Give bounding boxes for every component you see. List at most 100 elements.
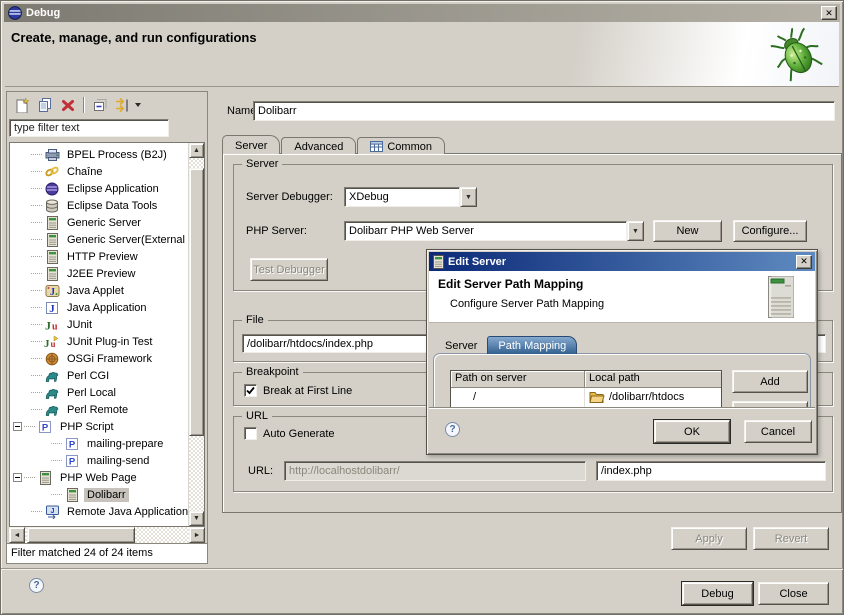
dialog-title: Edit Server [448,256,506,268]
filter-input[interactable] [9,119,169,137]
scroll-down-button[interactable]: ▼ [189,511,204,526]
tree-item-php-web-page[interactable]: PHP Web Page [10,469,188,486]
filter-status: Filter matched 24 of 24 items [7,543,207,563]
revert-button[interactable]: Revert [753,527,829,550]
name-input[interactable] [253,101,835,121]
tree-item-cha-ne[interactable]: Chaîne [10,163,188,180]
tree-item-j2ee-preview[interactable]: J2EE Preview [10,265,188,282]
tree-item-bpel-process-b2j[interactable]: BPEL Process (B2J) [10,146,188,163]
configure-server-button[interactable]: Configure... [733,220,807,242]
tree-item-php-script[interactable]: PPHP Script [10,418,188,435]
dialog-tab-area: Server Path Mapping Path on server Local… [429,323,815,452]
eclipse-logo-icon [8,6,22,20]
common-tab-icon [370,141,383,152]
perl-icon [44,402,60,417]
tree-item-generic-server[interactable]: Generic Server [10,214,188,231]
auto-generate-checkbox[interactable] [244,427,257,440]
duplicate-configuration-icon[interactable] [36,97,53,114]
tree-item-label: JUnit Plug-in Test [64,335,155,349]
tree-item-java-application[interactable]: JJava Application [10,299,188,316]
filter-configurations-icon[interactable] [114,97,131,114]
tree-item-mailing-send[interactable]: Pmailing-send [10,452,188,469]
break-at-first-line-checkbox[interactable] [244,384,257,397]
delete-configuration-icon[interactable] [59,97,76,114]
tree-item-osgi-framework[interactable]: OSGi Framework [10,350,188,367]
new-configuration-icon[interactable] [13,97,30,114]
tree-item-eclipse-data-tools[interactable]: Eclipse Data Tools [10,197,188,214]
apply-button[interactable]: Apply [671,527,747,550]
column-header-local-path[interactable]: Local path [585,371,721,388]
tree-item-remote-java-application[interactable]: J Remote Java Application [10,503,188,520]
scroll-thumb-horizontal[interactable] [27,527,135,543]
add-mapping-button[interactable]: Add [732,370,808,393]
base-url-input [284,461,586,481]
php-server-label: PHP Server: [246,225,307,237]
url-path-input[interactable] [596,461,826,481]
tree-horizontal-scrollbar[interactable]: ◄ ► [9,527,205,543]
folder-icon [589,391,605,403]
edit-server-dialog: Edit Server ✕ Edit Server Path Mapping C… [426,249,818,455]
tree-item-http-preview[interactable]: HTTP Preview [10,248,188,265]
dialog-tab-path-mapping[interactable]: Path Mapping [487,336,577,354]
dropdown-arrow-icon[interactable] [135,103,141,107]
server-icon [44,249,60,264]
tree-item-label: Generic Server [64,216,144,230]
tree-item-label: Dolibarr [84,488,129,502]
tree-item-generic-server-external-la[interactable]: Generic Server(External La [10,231,188,248]
ok-button[interactable]: OK [654,420,730,443]
tree-item-mailing-prepare[interactable]: Pmailing-prepare [10,435,188,452]
scroll-right-button[interactable]: ► [189,527,205,543]
tree-vertical-scrollbar[interactable]: ▲ ▼ [188,143,204,526]
junit-plugin-icon: Ju [44,334,60,349]
chevron-down-icon[interactable]: ▼ [627,221,644,241]
tree-item-label: Perl CGI [64,369,112,383]
path-mapping-row[interactable]: //dolibarr/htdocs [451,388,721,405]
tree-item-junit[interactable]: JuJUnit [10,316,188,333]
cancel-button[interactable]: Cancel [744,420,812,443]
server-debugger-combo[interactable]: XDebug ▼ [344,187,477,207]
column-header-path-on-server[interactable]: Path on server [451,371,585,388]
tree-item-label: Remote Java Application [64,505,188,519]
tree-item-label: Generic Server(External La [64,233,188,247]
footer-divider [1,568,843,569]
close-button[interactable]: Close [758,582,829,605]
tree-expander-icon[interactable] [13,473,22,482]
remote-java-icon: J [44,504,60,519]
help-icon[interactable]: ? [29,578,44,593]
break-at-first-line-label: Break at First Line [263,385,352,397]
window-title: Debug [26,7,60,19]
window-close-button[interactable]: ✕ [821,6,837,20]
collapse-all-icon[interactable] [91,97,108,114]
tree-item-label: PHP Web Page [57,471,140,485]
new-server-button[interactable]: New [653,220,722,242]
tree-item-label: JUnit [64,318,95,332]
dialog-close-button[interactable]: ✕ [796,255,812,269]
tree-expander-icon[interactable] [13,422,22,431]
scroll-left-button[interactable]: ◄ [9,527,25,543]
tree-item-perl-cgi[interactable]: Perl CGI [10,367,188,384]
dialog-tab-server[interactable]: Server [435,337,487,354]
tree-item-junit-plug-in-test[interactable]: Ju JUnit Plug-in Test [10,333,188,350]
tab-advanced[interactable]: Advanced [281,137,356,154]
chevron-down-icon[interactable]: ▼ [460,187,477,207]
tree-item-label: Java Application [64,301,150,315]
tree-item-perl-remote[interactable]: Perl Remote [10,401,188,418]
osgi-framework-icon [44,351,60,366]
server-icon [44,215,60,230]
server-icon [44,266,60,281]
tree-item-java-applet[interactable]: JJava Applet [10,282,188,299]
tree-item-dolibarr[interactable]: Dolibarr [10,486,188,503]
scroll-thumb[interactable] [189,168,204,436]
tree-item-label: J2EE Preview [64,267,138,281]
php-server-combo[interactable]: Dolibarr PHP Web Server ▼ [344,221,644,241]
scroll-up-button[interactable]: ▲ [189,143,204,158]
dialog-help-icon[interactable]: ? [445,422,460,437]
test-debugger-button[interactable]: Test Debugger [250,258,328,281]
svg-text:J: J [50,508,54,515]
tab-common[interactable]: Common [357,137,445,154]
tree-item-eclipse-application[interactable]: Eclipse Application [10,180,188,197]
debug-button[interactable]: Debug [682,582,753,605]
tree-item-perl-local[interactable]: Perl Local [10,384,188,401]
java-applet-icon: J [44,283,60,298]
tab-server[interactable]: Server [222,135,280,154]
